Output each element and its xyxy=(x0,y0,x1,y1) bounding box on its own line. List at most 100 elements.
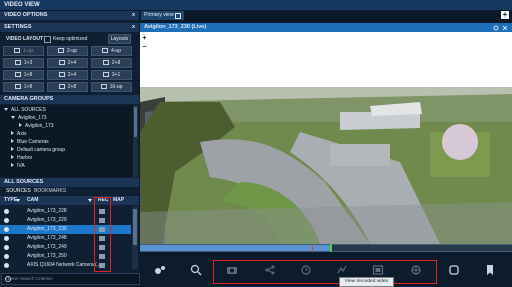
tree-item-avigilon-173-sub[interactable]: Avigilon_173 xyxy=(19,122,54,130)
ptz-icon[interactable] xyxy=(154,264,166,276)
future-segment xyxy=(332,245,512,251)
layout-label: 2-up xyxy=(66,48,77,54)
camera-name: Avigilon_173_228 xyxy=(27,208,67,214)
layouts-button[interactable]: Layouts xyxy=(108,34,131,44)
layout-icon xyxy=(57,48,64,53)
keep-optimized-checkbox[interactable] xyxy=(44,35,51,43)
layout-2plus4-button[interactable]: 2+4 xyxy=(47,58,88,68)
layout-1plus3-button[interactable]: 1+3 xyxy=(3,58,44,68)
layout-3plus1-button[interactable]: 3+1 xyxy=(91,70,132,80)
layout-icon xyxy=(13,48,20,53)
layout-4up-button[interactable]: 4-up xyxy=(91,46,132,56)
expand-icon[interactable] xyxy=(4,108,8,111)
layout-1plus8b-button[interactable]: 1+8 xyxy=(3,82,44,92)
expand-icon[interactable] xyxy=(11,147,14,151)
video-options-title: VIDEO OPTIONS xyxy=(4,12,48,18)
playhead-marker[interactable] xyxy=(312,244,313,252)
scrollbar-thumb[interactable] xyxy=(133,209,137,245)
camera-icon xyxy=(4,254,9,259)
camera-feed-image xyxy=(140,32,512,244)
left-panel: VIDEO OPTIONS x SETTINGS x VIDEO LAYOUT … xyxy=(0,11,140,286)
table-row[interactable]: Avigilon_173_228 xyxy=(0,207,131,216)
expand-icon[interactable] xyxy=(19,123,22,127)
scrollbar-thumb[interactable] xyxy=(134,107,137,137)
camera-title-bar: Avigilon_173_230 (Live) xyxy=(140,23,512,32)
table-row-selected[interactable]: Avigilon_173_230 xyxy=(0,225,131,234)
tree-item-label: Blue Cameras xyxy=(17,139,49,145)
camera-icon xyxy=(4,236,9,241)
table-row[interactable]: Avigilon_173_250 xyxy=(0,252,131,261)
expand-icon[interactable] xyxy=(11,116,15,119)
tree-item-harbor[interactable]: Harbor xyxy=(11,154,32,162)
camera-icon xyxy=(4,245,9,250)
expand-icon[interactable] xyxy=(11,155,14,159)
expand-icon[interactable] xyxy=(11,163,14,167)
rec-column-highlight xyxy=(94,197,111,272)
collapse-icon[interactable]: x xyxy=(132,23,135,32)
collapse-icon[interactable]: x xyxy=(132,11,135,20)
tab-sources[interactable]: SOURCES xyxy=(6,187,31,196)
table-row[interactable]: Avigilon_173_229 xyxy=(0,216,131,225)
close-icon[interactable] xyxy=(502,25,508,31)
popout-icon[interactable] xyxy=(175,13,181,19)
add-overlay-button[interactable]: + xyxy=(141,35,148,42)
search-input[interactable]: <Enter Search Criteria> xyxy=(1,273,140,285)
tree-item-default-camera-group[interactable]: Default camera group xyxy=(11,146,65,154)
tree-item-blue-cameras[interactable]: Blue Cameras xyxy=(11,138,49,146)
camera-title: Avigilon_173_230 (Live) xyxy=(144,24,207,30)
video-options-header[interactable]: VIDEO OPTIONS x xyxy=(0,11,139,20)
all-sources-header[interactable]: ALL SOURCES xyxy=(0,178,139,187)
layout-2plus8b-button[interactable]: 2+8 xyxy=(47,82,88,92)
expand-icon[interactable] xyxy=(11,139,14,143)
video-feed[interactable] xyxy=(140,32,512,244)
zoom-icon[interactable] xyxy=(190,264,202,276)
tab-primary-view[interactable]: Primary view xyxy=(141,11,184,20)
tree-item-label: Avigilon_173 xyxy=(18,115,47,121)
column-cam[interactable]: CAM xyxy=(27,196,38,205)
layout-icon xyxy=(102,72,109,77)
keep-optimized-label: Keep optimized xyxy=(53,36,88,42)
layout-icon xyxy=(14,84,21,89)
search-icon[interactable] xyxy=(5,276,11,282)
title-bar: VIDEO VIEW xyxy=(0,0,512,11)
flag-icon[interactable] xyxy=(484,264,496,276)
layout-label: 1+8 xyxy=(23,84,33,90)
remove-overlay-button[interactable]: − xyxy=(141,44,148,51)
filter-icon[interactable] xyxy=(16,199,20,202)
layout-2plus8-button[interactable]: 2+8 xyxy=(91,58,132,68)
search-placeholder: <Enter Search Criteria> xyxy=(5,276,54,281)
phone-icon[interactable] xyxy=(448,264,460,276)
main-view: Primary view + Avigilon_173_230 (Live) +… xyxy=(140,11,512,287)
layout-1plus8-button[interactable]: 1+8 xyxy=(3,70,44,80)
tab-bookmarks[interactable]: BOOKMARKS xyxy=(34,187,66,196)
camera-name: AXIS Q1604 Network Camera (... xyxy=(27,262,101,268)
settings-header[interactable]: SETTINGS x xyxy=(0,23,139,32)
tree-scrollbar[interactable] xyxy=(133,105,138,177)
layout-16up-button[interactable]: 16-up xyxy=(91,82,132,92)
tree-item-avigilon-173[interactable]: Avigilon_173 xyxy=(11,114,47,122)
camera-groups-header[interactable]: CAMERA GROUPS xyxy=(0,95,139,104)
camera-name: Avigilon_173_249 xyxy=(27,244,67,250)
camera-icon xyxy=(4,209,9,214)
tree-item-axis[interactable]: Axis xyxy=(11,130,26,138)
sources-scrollbar[interactable] xyxy=(132,207,138,269)
table-row[interactable]: Avigilon_173_249 xyxy=(0,243,131,252)
table-row[interactable]: AXIS Q1604 Network Camera (... xyxy=(0,261,131,270)
tree-item-iva[interactable]: IVA xyxy=(11,162,25,170)
table-row[interactable]: Avigilon_173_248 xyxy=(0,234,131,243)
refresh-icon[interactable] xyxy=(493,25,499,31)
tree-item-all-sources[interactable]: ALL SOURCES xyxy=(4,106,46,114)
add-view-button[interactable]: + xyxy=(501,11,509,19)
expand-icon[interactable] xyxy=(11,131,14,135)
column-map[interactable]: MAP xyxy=(113,196,124,205)
layout-label: 1+3 xyxy=(23,60,33,66)
camera-icon xyxy=(4,263,9,268)
layout-1up-button[interactable]: 1-up xyxy=(3,46,44,56)
camera-icon xyxy=(4,227,9,232)
layout-label: 4-up xyxy=(110,48,121,54)
timeline-bar[interactable] xyxy=(140,244,512,252)
layout-2up-button[interactable]: 2-up xyxy=(47,46,88,56)
layout-2plus4b-button[interactable]: 2+4 xyxy=(47,70,88,80)
bottom-toolbar: View recorded video xyxy=(140,256,512,287)
filter-icon[interactable] xyxy=(88,199,92,202)
